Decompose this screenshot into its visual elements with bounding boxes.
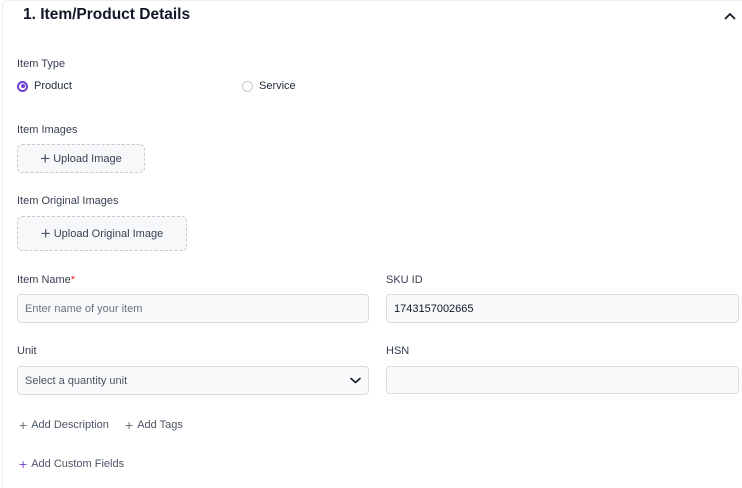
required-mark: * [70, 274, 76, 286]
item-name-label-text: Item Name [17, 274, 71, 286]
add-description-label: Add Description [31, 419, 109, 431]
add-tags-button[interactable]: + Add Tags [125, 417, 183, 433]
radio-product-indicator[interactable] [17, 80, 28, 92]
item-name-label: Item Name* [17, 274, 75, 286]
hsn-input[interactable] [394, 374, 731, 386]
unit-label: Unit [17, 345, 37, 357]
plus-icon: + [125, 417, 134, 433]
item-name-field[interactable] [17, 294, 369, 323]
hsn-field[interactable] [386, 366, 739, 394]
sku-id-label: SKU ID [386, 274, 423, 286]
section-title: 1. Item/Product Details [23, 6, 191, 23]
plus-icon: + [40, 149, 51, 168]
sku-id-input[interactable] [394, 302, 731, 315]
radio-service-indicator[interactable] [242, 80, 253, 92]
plus-icon: + [40, 224, 51, 243]
radio-product[interactable]: Product [17, 80, 72, 92]
collapse-button[interactable] [720, 7, 740, 25]
radio-product-label: Product [34, 80, 72, 92]
hsn-label: HSN [386, 345, 410, 357]
upload-original-image-label: Upload Original Image [53, 227, 164, 240]
item-original-images-label: Item Original Images [17, 195, 119, 207]
upload-original-image-button[interactable]: + Upload Original Image [17, 216, 187, 251]
add-description-button[interactable]: + Add Description [19, 417, 109, 433]
plus-icon: + [19, 456, 28, 472]
item-images-label: Item Images [17, 124, 78, 136]
unit-select-placeholder: Select a quantity unit [25, 374, 128, 387]
plus-icon: + [19, 417, 28, 433]
radio-service[interactable]: Service [242, 80, 296, 92]
item-name-input[interactable] [25, 302, 361, 315]
item-type-label: Item Type [17, 58, 66, 70]
add-tags-label: Add Tags [137, 419, 183, 431]
upload-image-button[interactable]: + Upload Image [17, 144, 145, 173]
upload-image-label: Upload Image [53, 152, 122, 165]
radio-service-label: Service [259, 80, 296, 92]
sku-id-field[interactable] [386, 294, 739, 323]
chevron-up-icon [724, 13, 736, 20]
unit-select[interactable]: Select a quantity unit [17, 366, 369, 395]
add-custom-fields-button[interactable]: + Add Custom Fields [19, 456, 125, 472]
add-custom-fields-label: Add Custom Fields [31, 458, 125, 470]
item-details-panel: 1. Item/Product Details Item Type Produc… [2, 0, 742, 488]
chevron-down-icon [350, 377, 361, 384]
